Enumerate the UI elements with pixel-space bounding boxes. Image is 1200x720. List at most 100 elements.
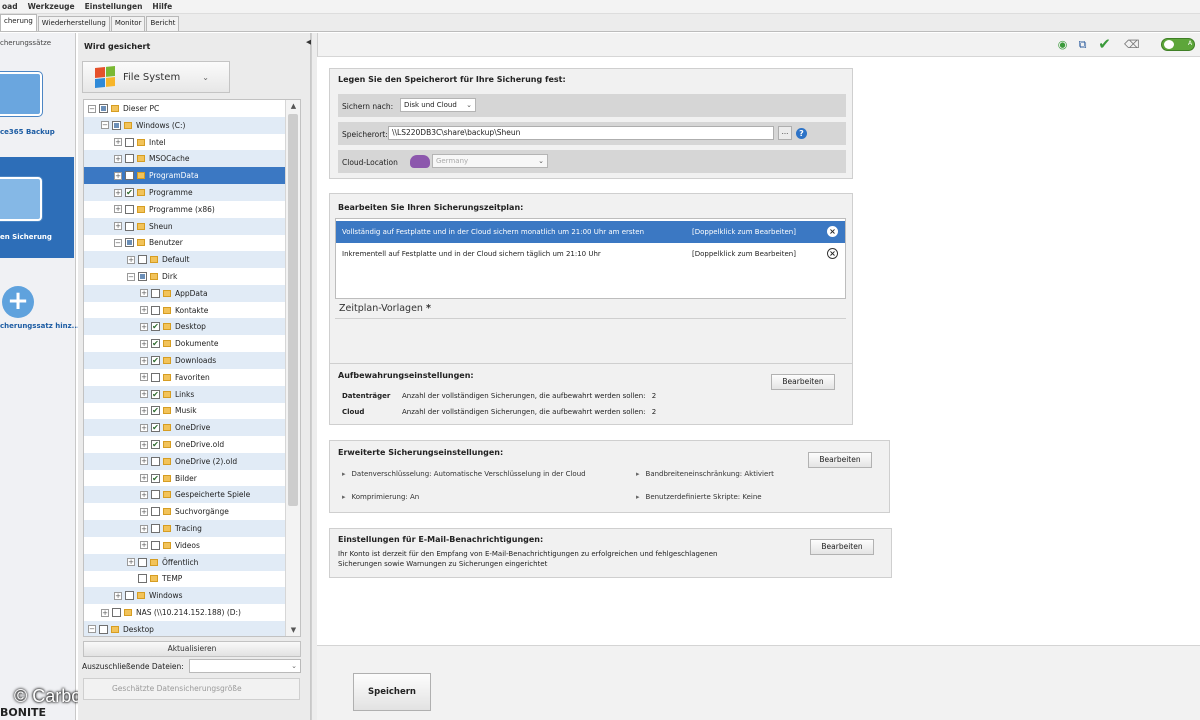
edit-retention-button[interactable]: Bearbeiten xyxy=(771,374,835,390)
menu-settings[interactable]: Einstellungen xyxy=(85,2,143,11)
expand-icon[interactable]: + xyxy=(140,322,148,331)
tree-row[interactable]: + Intel xyxy=(84,134,288,151)
expand-icon[interactable]: + xyxy=(140,474,148,483)
add-backup-set-icon[interactable]: + xyxy=(2,286,34,318)
tree-row[interactable]: + ✔ Dokumente xyxy=(84,335,288,352)
tab-monitor[interactable]: Monitor xyxy=(110,16,146,31)
tree-row[interactable]: + OneDrive (2).old xyxy=(84,452,288,470)
expand-icon[interactable]: + xyxy=(140,457,148,466)
remove-schedule-icon[interactable]: × xyxy=(827,248,838,259)
tree-row[interactable]: − Windows (C:) xyxy=(84,116,288,134)
refresh-icon[interactable]: ◉ xyxy=(1056,38,1069,51)
tree-row[interactable]: + ✔ Links xyxy=(84,385,288,403)
expand-icon[interactable]: + xyxy=(140,423,148,432)
schedule-templates-link[interactable]: Zeitplan-Vorlagen * xyxy=(339,303,431,314)
tree-row[interactable]: + Default xyxy=(84,251,288,269)
add-backup-set-label[interactable]: cherungssatz hinz... xyxy=(0,322,80,330)
tree-checkbox[interactable]: ✔ xyxy=(151,356,160,365)
tree-checkbox[interactable] xyxy=(151,490,160,500)
tree-row[interactable]: + ✔ Desktop xyxy=(84,318,288,336)
tab-restore[interactable]: Wiederherstellung xyxy=(37,16,110,31)
scroll-up-icon[interactable]: ▲ xyxy=(286,100,300,112)
tree-row[interactable]: + ✔ Programme xyxy=(84,184,288,201)
tree-row[interactable]: − Dieser PC xyxy=(84,100,288,117)
tree-checkbox[interactable] xyxy=(151,288,160,298)
expand-icon[interactable]: + xyxy=(127,255,135,264)
collapse-icon[interactable]: − xyxy=(127,272,135,281)
sidebar-item-new-backup[interactable]: en Sicherung xyxy=(0,157,74,258)
estimate-size-button[interactable]: Geschätzte Datensicherungsgröße xyxy=(83,678,300,700)
save-button[interactable]: Speichern xyxy=(353,673,431,711)
trash-icon[interactable]: ⌫ xyxy=(1124,38,1140,51)
tree-row[interactable]: + AppData xyxy=(84,284,288,302)
expand-icon[interactable]: + xyxy=(114,591,122,600)
copy-icon[interactable]: ⧉ xyxy=(1076,38,1089,51)
tree-row[interactable]: + Tracing xyxy=(84,520,288,537)
tree-row[interactable]: + Sheun xyxy=(84,217,288,235)
tree-row[interactable]: − Dirk xyxy=(84,268,288,285)
schedule-row[interactable]: Inkrementell auf Festplatte und in der C… xyxy=(336,243,845,265)
tree-row[interactable]: + Öffentlich xyxy=(84,553,288,571)
tree-row[interactable]: + ✔ OneDrive.old xyxy=(84,436,288,453)
tree-row[interactable]: + Programme (x86) xyxy=(84,201,288,218)
collapse-icon[interactable]: − xyxy=(88,104,96,113)
tree-row[interactable]: + Favoriten xyxy=(84,369,288,386)
expand-icon[interactable]: + xyxy=(140,406,148,415)
tree-row[interactable]: + Kontakte xyxy=(84,302,288,319)
tree-checkbox[interactable] xyxy=(151,540,160,550)
expand-icon[interactable]: + xyxy=(140,289,148,298)
expand-icon[interactable]: + xyxy=(127,558,135,567)
tree-checkbox[interactable] xyxy=(99,624,108,634)
collapse-icon[interactable]: − xyxy=(88,625,96,634)
expand-icon[interactable]: + xyxy=(140,306,148,315)
expand-icon[interactable]: + xyxy=(140,356,148,365)
menu-tools[interactable]: Werkzeuge xyxy=(28,2,75,11)
tree-row[interactable]: − Desktop xyxy=(84,620,288,636)
collapse-icon[interactable]: − xyxy=(114,238,122,247)
expand-icon[interactable]: + xyxy=(101,608,109,617)
menu-file[interactable]: oad xyxy=(2,2,18,11)
tree-checkbox[interactable]: ✔ xyxy=(151,339,160,349)
tree-row[interactable]: + Suchvorgänge xyxy=(84,503,288,520)
checkmark-icon[interactable]: ✔ xyxy=(1098,37,1111,52)
scroll-down-icon[interactable]: ▼ xyxy=(286,624,300,636)
scroll-thumb[interactable] xyxy=(288,114,298,506)
tree-checkbox[interactable] xyxy=(151,456,160,466)
schedule-row[interactable]: Vollständig auf Festplatte und in der Cl… xyxy=(336,221,845,243)
tree-checkbox[interactable]: ✔ xyxy=(151,406,160,416)
edit-email-button[interactable]: Bearbeiten xyxy=(810,539,874,555)
tree-row[interactable]: + Gespeicherte Spiele xyxy=(84,486,288,504)
tree-checkbox[interactable] xyxy=(125,204,134,214)
expand-icon[interactable]: + xyxy=(114,188,122,197)
file-system-dropdown[interactable]: File System ⌄ xyxy=(82,61,230,93)
collapse-icon[interactable]: − xyxy=(101,121,109,130)
tree-checkbox[interactable] xyxy=(138,255,147,265)
enable-toggle[interactable]: A xyxy=(1161,38,1195,51)
tree-checkbox[interactable] xyxy=(138,272,147,281)
expand-icon[interactable]: + xyxy=(140,440,148,449)
location-path-input[interactable]: \\LS220DB3C\share\backup\Sheun xyxy=(388,126,774,140)
remove-schedule-icon[interactable]: × xyxy=(827,226,838,237)
tab-backup[interactable]: cherung xyxy=(0,14,37,31)
tree-checkbox[interactable] xyxy=(112,120,121,130)
expand-icon[interactable]: + xyxy=(140,541,148,550)
tree-checkbox[interactable] xyxy=(125,221,134,231)
folder-tree[interactable]: − Desktop + NAS (\\10.214.152.188) (D:) + Win… xyxy=(83,99,301,637)
cloud-location-select[interactable]: Germany ⌄ xyxy=(432,154,548,168)
tree-row[interactable]: + ✔ Downloads xyxy=(84,352,288,369)
backup-to-select[interactable]: Disk und Cloud ⌄ xyxy=(400,98,476,112)
expand-icon[interactable]: + xyxy=(114,205,122,214)
expand-icon[interactable]: + xyxy=(140,524,148,533)
expand-icon[interactable]: + xyxy=(114,154,122,163)
tree-checkbox[interactable] xyxy=(151,507,160,517)
tree-row[interactable]: + ✔ Musik xyxy=(84,402,288,419)
tree-checkbox[interactable]: ✔ xyxy=(151,389,160,399)
tree-checkbox[interactable] xyxy=(138,557,147,567)
refresh-button[interactable]: Aktualisieren xyxy=(83,641,301,657)
expand-icon[interactable]: + xyxy=(140,373,148,382)
sidebar-item-office365-backup[interactable]: ce365 Backup xyxy=(0,52,74,153)
expand-icon[interactable]: + xyxy=(140,390,148,399)
tree-checkbox[interactable] xyxy=(138,574,147,584)
expand-icon[interactable]: + xyxy=(114,222,122,231)
tree-row[interactable]: − Benutzer xyxy=(84,234,288,251)
